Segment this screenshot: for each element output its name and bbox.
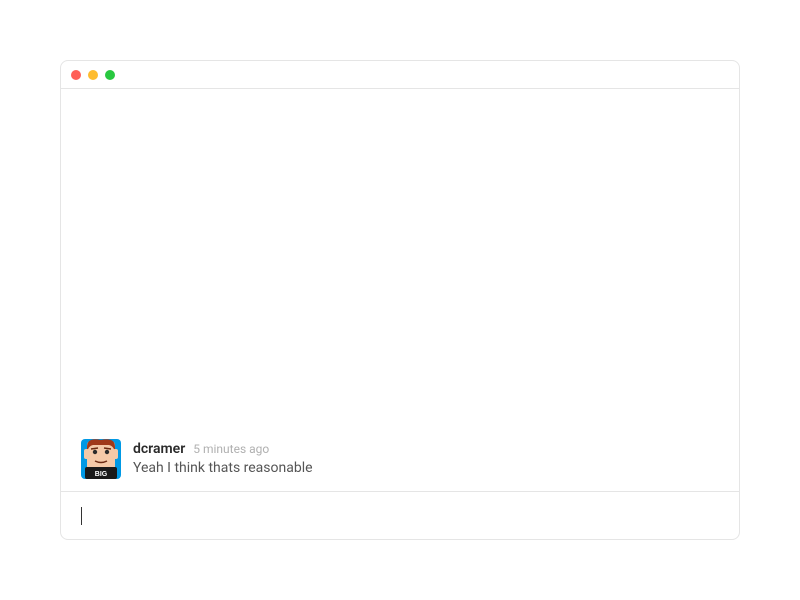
- message-text: Yeah I think thats reasonable: [133, 459, 719, 479]
- timestamp: 5 minutes ago: [193, 442, 269, 456]
- minimize-icon[interactable]: [88, 70, 98, 80]
- close-icon[interactable]: [71, 70, 81, 80]
- message-header: dcramer 5 minutes ago: [133, 441, 719, 457]
- username[interactable]: dcramer: [133, 441, 185, 457]
- chat-message: BIG dcramer 5 minutes ago Yeah I think t…: [81, 439, 719, 479]
- app-window: BIG dcramer 5 minutes ago Yeah I think t…: [60, 60, 740, 540]
- svg-text:BIG: BIG: [95, 471, 108, 478]
- message-list: BIG dcramer 5 minutes ago Yeah I think t…: [61, 89, 739, 491]
- avatar[interactable]: BIG: [81, 439, 121, 479]
- maximize-icon[interactable]: [105, 70, 115, 80]
- window-titlebar: [61, 61, 739, 89]
- text-cursor-icon: [81, 507, 82, 525]
- message-input[interactable]: [61, 491, 739, 539]
- message-body: dcramer 5 minutes ago Yeah I think thats…: [133, 439, 719, 479]
